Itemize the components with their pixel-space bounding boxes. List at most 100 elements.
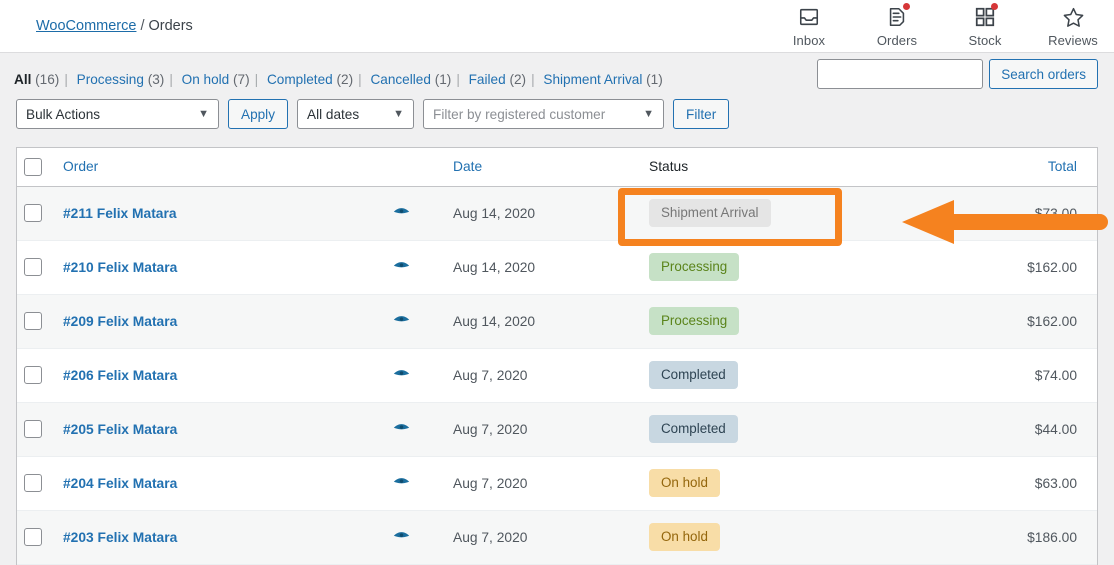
status-filter-processing[interactable]: Processing [77, 72, 144, 87]
row-checkbox[interactable] [24, 204, 42, 222]
column-header-total[interactable]: Total [959, 148, 1097, 187]
order-date: Aug 14, 2020 [453, 240, 649, 295]
table-header-row: Order Date Status Total [17, 148, 1097, 187]
status-filter-links: All (16) | Processing (3) | On hold (7) | C… [14, 72, 663, 87]
order-date: Aug 7, 2020 [453, 348, 649, 403]
order-link[interactable]: #205 Felix Matara [63, 422, 177, 437]
breadcrumb-current-orders: Orders [148, 18, 193, 34]
table-row[interactable]: #203 Felix Matara Aug 7, 2020 On hold $1… [17, 510, 1097, 565]
order-total: $63.00 [959, 456, 1097, 511]
customer-filter-select[interactable]: Filter by registered customer ▼ [423, 99, 665, 129]
filter-separator: | [64, 72, 68, 87]
filter-button[interactable]: Filter [673, 99, 730, 129]
status-badge[interactable]: Shipment Arrival [649, 198, 771, 228]
preview-eye-icon[interactable] [393, 257, 410, 274]
search-area: Search orders [817, 59, 1098, 89]
status-filter-shipment-arrival[interactable]: Shipment Arrival [543, 72, 642, 87]
date-filter-value: All dates [307, 106, 360, 122]
nav-item-stock[interactable]: Stock [954, 3, 1016, 48]
table-row[interactable]: #204 Felix Matara Aug 7, 2020 On hold $6… [17, 456, 1097, 511]
status-filter-on-hold[interactable]: On hold [182, 72, 230, 87]
row-checkbox[interactable] [24, 258, 42, 276]
bulk-actions-select[interactable]: Bulk Actions ▼ [16, 99, 219, 129]
star-icon [1062, 4, 1085, 30]
filter-separator: | [456, 72, 460, 87]
row-checkbox[interactable] [24, 528, 42, 546]
column-header-order[interactable]: Order [63, 148, 393, 187]
order-link[interactable]: #206 Felix Matara [63, 368, 177, 383]
table-row[interactable]: #205 Felix Matara Aug 7, 2020 Completed … [17, 402, 1097, 457]
table-row[interactable]: #211 Felix Matara Aug 14, 2020 Shipment … [17, 186, 1097, 241]
order-total: $162.00 [959, 240, 1097, 295]
column-header-status: Status [649, 148, 959, 187]
status-filter-failed[interactable]: Failed [469, 72, 506, 87]
search-input[interactable] [817, 59, 984, 89]
orders-notification-dot [903, 3, 910, 10]
table-row[interactable]: #209 Felix Matara Aug 14, 2020 Processin… [17, 294, 1097, 349]
status-badge[interactable]: Processing [649, 252, 740, 282]
order-total: $186.00 [959, 510, 1097, 565]
nav-item-reviews[interactable]: Reviews [1042, 4, 1104, 48]
status-filter-on-hold-count: (7) [233, 72, 250, 87]
status-badge[interactable]: Processing [649, 306, 740, 336]
status-badge[interactable]: Completed [649, 360, 738, 390]
column-header-date[interactable]: Date [453, 148, 649, 187]
search-orders-button[interactable]: Search orders [989, 59, 1098, 89]
nav-item-orders[interactable]: Orders [866, 3, 928, 48]
order-link[interactable]: #210 Felix Matara [63, 260, 177, 275]
preview-eye-icon[interactable] [393, 527, 410, 544]
status-filter-completed[interactable]: Completed [267, 72, 333, 87]
row-checkbox[interactable] [24, 474, 42, 492]
status-filter-cancelled[interactable]: Cancelled [370, 72, 430, 87]
date-filter-select[interactable]: All dates ▼ [297, 99, 415, 129]
row-checkbox[interactable] [24, 312, 42, 330]
customer-filter-placeholder: Filter by registered customer [433, 106, 606, 122]
apply-button[interactable]: Apply [228, 99, 289, 129]
nav-item-inbox[interactable]: Inbox [778, 4, 840, 48]
order-link[interactable]: #204 Felix Matara [63, 476, 177, 491]
chevron-down-icon: ▼ [643, 108, 655, 120]
order-date: Aug 7, 2020 [453, 510, 649, 565]
preview-eye-icon[interactable] [393, 311, 410, 328]
preview-eye-icon[interactable] [393, 473, 410, 490]
filter-separator: | [358, 72, 362, 87]
table-row[interactable]: #210 Felix Matara Aug 14, 2020 Processin… [17, 240, 1097, 295]
order-link[interactable]: #203 Felix Matara [63, 530, 177, 545]
filter-separator: | [169, 72, 173, 87]
order-total: $73.00 [959, 186, 1097, 241]
orders-table: Order Date Status Total #211 Felix Matar… [16, 147, 1098, 565]
status-badge[interactable]: Completed [649, 414, 738, 444]
stock-icon [974, 3, 998, 30]
column-header-preview [393, 148, 453, 187]
orders-icon [886, 3, 910, 30]
nav-label-inbox: Inbox [792, 33, 826, 48]
table-row[interactable]: #206 Felix Matara Aug 7, 2020 Completed … [17, 348, 1097, 403]
preview-eye-icon[interactable] [393, 203, 410, 220]
filter-separator: | [254, 72, 259, 87]
breadcrumb-link-woocommerce[interactable]: WooCommerce [36, 18, 136, 34]
order-date: Aug 7, 2020 [453, 402, 649, 457]
status-filter-completed-count: (2) [336, 72, 354, 87]
breadcrumb-separator: / [140, 18, 145, 34]
status-badge[interactable]: On hold [649, 522, 720, 552]
status-badge[interactable]: On hold [649, 468, 720, 498]
row-checkbox[interactable] [24, 420, 42, 438]
row-checkbox[interactable] [24, 366, 42, 384]
status-filter-all-count: (16) [35, 72, 60, 87]
order-total: $162.00 [959, 294, 1097, 349]
status-filter-processing-count: (3) [147, 72, 165, 87]
select-all-checkbox[interactable] [24, 157, 42, 176]
chevron-down-icon: ▼ [198, 108, 209, 120]
status-filter-all[interactable]: All [14, 72, 31, 87]
order-date: Aug 14, 2020 [453, 186, 649, 241]
breadcrumb: WooCommerce / Orders [36, 18, 193, 34]
list-toolbar: Bulk Actions ▼ Apply All dates ▼ Filter … [16, 99, 730, 129]
order-total: $44.00 [959, 402, 1097, 457]
nav-label-stock: Stock [968, 33, 1002, 48]
order-link[interactable]: #209 Felix Matara [63, 314, 177, 329]
preview-eye-icon[interactable] [393, 419, 410, 436]
preview-eye-icon[interactable] [393, 365, 410, 382]
status-filter-failed-count: (2) [509, 72, 527, 87]
order-date: Aug 7, 2020 [453, 456, 649, 511]
order-link[interactable]: #211 Felix Matara [63, 206, 177, 221]
